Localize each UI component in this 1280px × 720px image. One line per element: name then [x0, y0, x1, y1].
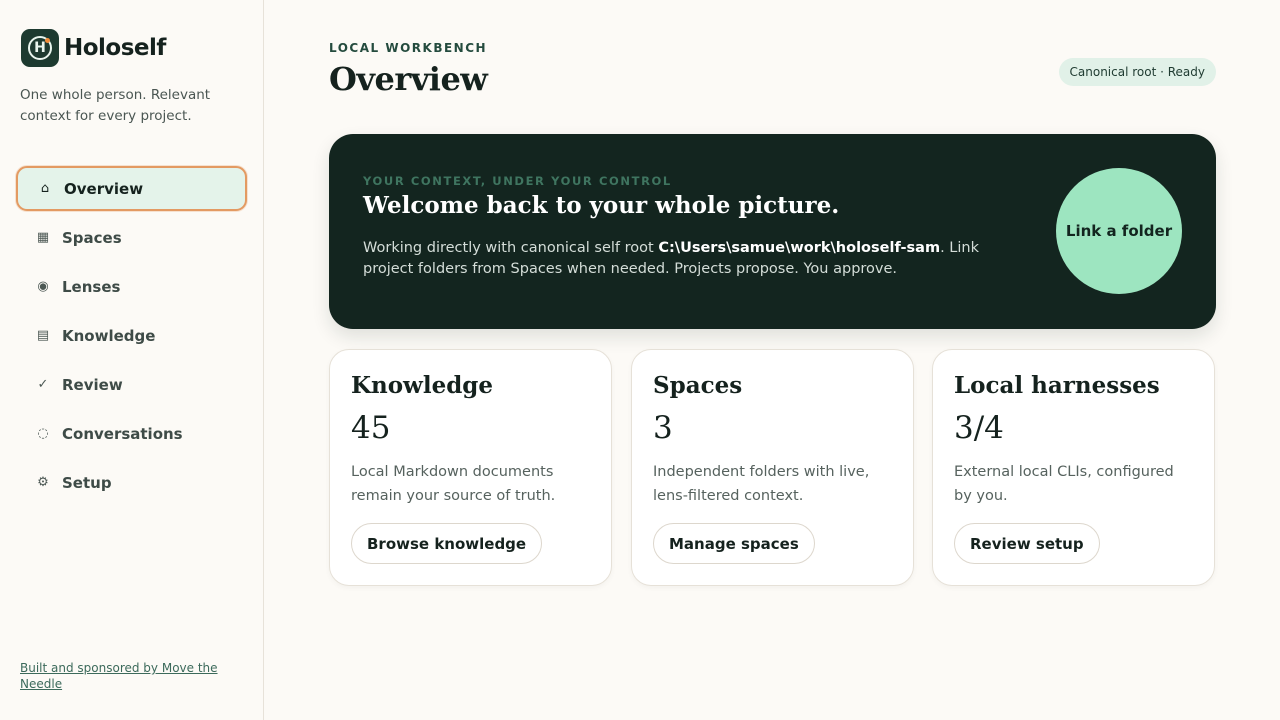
link-folder-button[interactable]: Link a folder	[1056, 168, 1182, 294]
hero-description: Working directly with canonical self roo…	[363, 238, 983, 280]
sidebar-item-conversations[interactable]: ◌ Conversations	[16, 411, 247, 456]
review-setup-button[interactable]: Review setup	[954, 523, 1100, 564]
page-title: Overview	[329, 60, 488, 98]
sidebar-item-label: Conversations	[62, 424, 183, 443]
sidebar: H Holoself One whole person. Relevant co…	[0, 0, 264, 720]
sidebar-item-setup[interactable]: ⚙ Setup	[16, 460, 247, 505]
brand[interactable]: H Holoself	[21, 29, 166, 67]
card-title: Local harnesses	[954, 372, 1160, 399]
check-icon: ✓	[37, 377, 49, 392]
canonical-root-path: C:\Users\samue\work\holoself-sam	[658, 240, 941, 256]
sidebar-item-overview[interactable]: ⌂ Overview	[16, 166, 247, 211]
card-title: Spaces	[653, 372, 743, 399]
document-icon: ▤	[36, 328, 50, 343]
sidebar-item-knowledge[interactable]: ▤ Knowledge	[16, 313, 247, 358]
home-icon: ⌂	[40, 181, 50, 196]
browse-knowledge-button[interactable]: Browse knowledge	[351, 523, 543, 564]
card-description: Independent folders with live, lens-filt…	[653, 464, 870, 504]
sidebar-item-review[interactable]: ✓ Review	[16, 362, 247, 407]
hero-title: Welcome back to your whole picture.	[363, 192, 840, 219]
local-harnesses-card: Local harnesses 3/4 External local CLIs,…	[932, 349, 1215, 586]
sidebar-item-label: Lenses	[62, 277, 121, 296]
welcome-hero: YOUR CONTEXT, UNDER YOUR CONTROL Welcome…	[329, 134, 1216, 329]
hero-text-before: Working directly with canonical self roo…	[363, 240, 659, 256]
sidebar-item-lenses[interactable]: ◉ Lenses	[16, 264, 247, 309]
card-description: Local Markdown documents remain your sou…	[351, 464, 556, 504]
sidebar-item-label: Review	[62, 375, 123, 394]
lens-icon: ◉	[37, 279, 49, 294]
sidebar-nav: ⌂ Overview ▦ Spaces ◉ Lenses ▤ Knowledge…	[16, 166, 247, 509]
chat-icon: ◌	[37, 426, 49, 441]
sidebar-item-spaces[interactable]: ▦ Spaces	[16, 215, 247, 260]
card-title: Knowledge	[351, 372, 494, 399]
hero-eyebrow: YOUR CONTEXT, UNDER YOUR CONTROL	[363, 174, 672, 188]
status-badge: Canonical root · Ready	[1058, 58, 1216, 86]
logo-dot	[45, 38, 50, 43]
tagline: One whole person. Relevant context for e…	[20, 87, 211, 124]
brand-name: Holoself	[64, 35, 166, 61]
card-count: 3	[653, 410, 673, 446]
sidebar-item-label: Overview	[64, 179, 144, 198]
knowledge-card: Knowledge 45 Local Markdown documents re…	[329, 349, 612, 586]
holoself-logo-icon: H	[21, 29, 59, 67]
card-description: External local CLIs, configured by you.	[954, 464, 1174, 504]
page-eyebrow: LOCAL WORKBENCH	[329, 41, 488, 55]
sidebar-item-label: Setup	[62, 473, 112, 492]
sidebar-item-label: Spaces	[62, 228, 122, 247]
sponsor-link[interactable]: Built and sponsored by Move the Needle	[20, 660, 230, 692]
manage-spaces-button[interactable]: Manage spaces	[653, 523, 815, 564]
gear-icon: ⚙	[37, 475, 49, 490]
card-count: 45	[351, 410, 391, 446]
grid-icon: ▦	[36, 230, 50, 245]
card-count: 3/4	[954, 410, 1004, 446]
sidebar-item-label: Knowledge	[62, 326, 156, 345]
spaces-card: Spaces 3 Independent folders with live, …	[631, 349, 914, 586]
